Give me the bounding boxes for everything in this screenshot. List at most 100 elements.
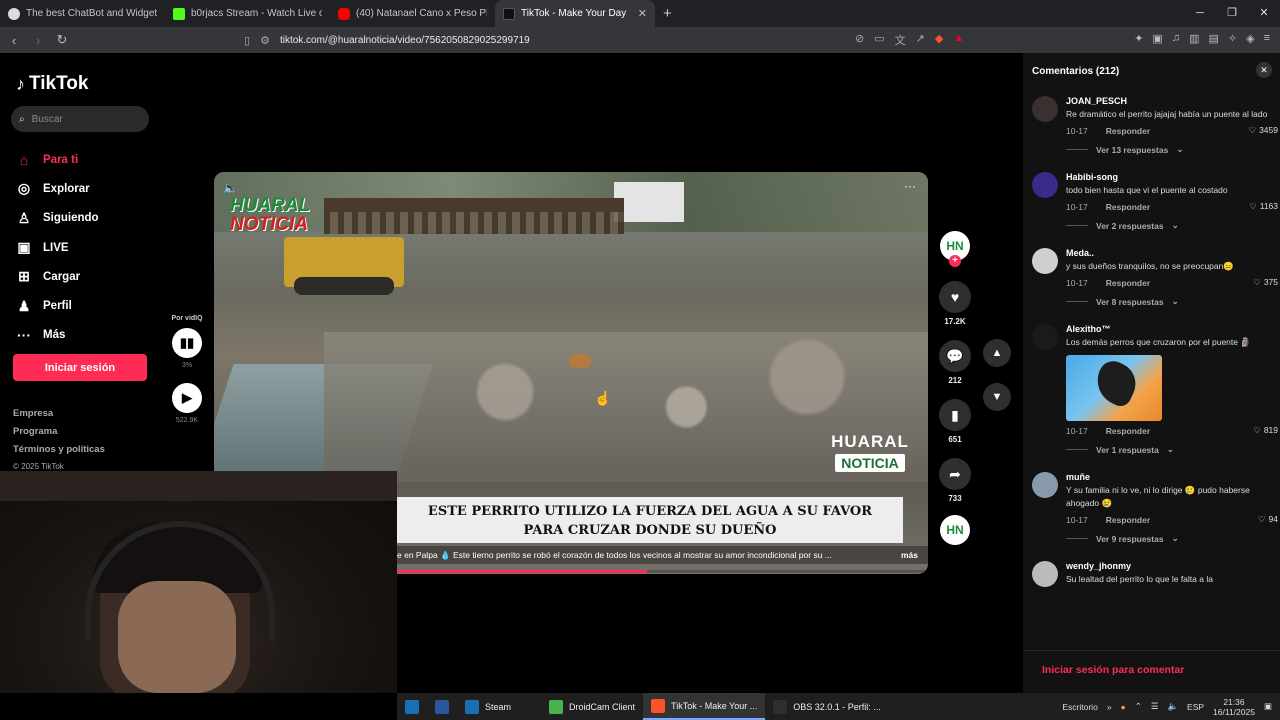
login-to-comment-link[interactable]: Iniciar sesión para comentar — [1023, 650, 1280, 693]
comment-username[interactable]: Habibi-song — [1066, 172, 1278, 182]
comment-like-button[interactable]: ♡ 819 — [1253, 425, 1278, 436]
tray-overflow-icon[interactable]: » — [1107, 702, 1112, 712]
network-icon[interactable]: ☰ — [1151, 701, 1159, 712]
new-tab-button[interactable]: + — [655, 0, 680, 27]
comment-like-button[interactable]: ♡ 3459 — [1248, 125, 1278, 136]
commenter-avatar[interactable] — [1032, 96, 1058, 122]
view-replies-button[interactable]: Ver 1 respuesta ⌄ — [1066, 444, 1278, 455]
like-action[interactable]: ♥ 17.2K — [938, 281, 972, 326]
tiktok-logo[interactable]: ♪ TikTok — [16, 73, 88, 95]
reply-button[interactable]: Responder — [1106, 278, 1150, 288]
reload-icon[interactable]: ↻ — [52, 32, 72, 48]
commenter-avatar[interactable] — [1032, 172, 1058, 198]
desktop-label[interactable]: Escritorio — [1062, 702, 1097, 712]
comment-username[interactable]: wendy_jhonmy — [1066, 561, 1278, 571]
close-window-icon[interactable]: ✕ — [1248, 0, 1280, 27]
extensions-icon[interactable]: ✦ — [1134, 32, 1143, 45]
menu-item-para-ti[interactable]: ⌂ Para ti — [16, 145, 99, 174]
previous-video-button[interactable]: ▲ — [983, 339, 1011, 367]
translate-icon[interactable]: 文 — [895, 32, 906, 48]
commenter-avatar[interactable] — [1032, 561, 1058, 587]
extension-icon[interactable]: ▣ — [1152, 32, 1162, 45]
menu-icon[interactable]: ≡ — [1264, 32, 1270, 45]
taskbar-app[interactable] — [397, 693, 427, 720]
share-action[interactable]: ➦ 733 — [938, 458, 972, 503]
taskbar-app[interactable]: OBS 32.0.1 - Perfil: ... — [765, 693, 889, 720]
video-more-icon[interactable]: ··· — [904, 179, 916, 193]
follow-plus-icon[interactable]: + — [949, 255, 961, 267]
comments-list[interactable]: JOAN_PESCH Re dramático el perrito jajaja… — [1032, 96, 1278, 646]
taskbar-app[interactable]: Steam — [457, 693, 519, 720]
screenshot-icon[interactable]: ▭ — [874, 32, 884, 48]
video-progress-bar[interactable] — [397, 570, 928, 573]
next-video-button[interactable]: ▼ — [983, 383, 1011, 411]
vidiq-stats-button[interactable]: ▮▮ — [172, 328, 202, 358]
reply-button[interactable]: Responder — [1106, 126, 1150, 136]
menu-item-mas[interactable]: ··· Más — [16, 321, 99, 350]
share-icon[interactable]: ↗ — [916, 32, 925, 48]
back-icon[interactable]: ‹ — [4, 33, 24, 48]
login-button[interactable]: Iniciar sesión — [13, 354, 147, 381]
browser-tab[interactable]: b0rjacs Stream - Watch Live on Kick — [165, 0, 330, 27]
commenter-avatar[interactable] — [1032, 472, 1058, 498]
minimize-icon[interactable]: ─ — [1184, 0, 1216, 27]
comment-like-button[interactable]: ♡ 1163 — [1249, 201, 1278, 212]
sidebar-icon[interactable]: ▥ — [1189, 32, 1199, 45]
reply-button[interactable]: Responder — [1106, 515, 1150, 525]
mute-icon[interactable]: ⊘ — [855, 32, 864, 48]
menu-item-perfil[interactable]: ♟ Perfil — [16, 291, 99, 320]
view-replies-button[interactable]: Ver 13 respuestas ⌄ — [1066, 144, 1278, 155]
close-tab-icon[interactable]: ✕ — [638, 7, 647, 20]
view-replies-button[interactable]: Ver 8 respuestas ⌄ — [1066, 296, 1278, 307]
browser-tab-active[interactable]: TikTok - Make Your Day ✕ — [495, 0, 655, 27]
vpn-icon[interactable]: ◈ — [1246, 32, 1254, 45]
comment-like-button[interactable]: ♡ 94 — [1258, 514, 1278, 525]
browser-tab[interactable]: (40) Natanael Cano x Peso Pluma x C — [330, 0, 495, 27]
music-disc-avatar[interactable]: HN — [940, 515, 970, 545]
wallet-icon[interactable]: ▤ — [1208, 32, 1218, 45]
comment-username[interactable]: muñe — [1066, 472, 1278, 482]
footer-link-empresa[interactable]: Empresa — [13, 408, 105, 426]
bookmark-icon[interactable]: ▯ — [244, 34, 250, 47]
brave-shield-icon[interactable]: ◆ — [935, 32, 943, 48]
reply-button[interactable]: Responder — [1106, 202, 1150, 212]
comment-username[interactable]: Alexitho™ — [1066, 324, 1278, 334]
footer-link-programa[interactable]: Programa — [13, 426, 105, 444]
more-link[interactable]: más — [898, 550, 928, 560]
taskbar-app[interactable] — [427, 693, 457, 720]
volume-icon[interactable]: 🔈 — [223, 181, 238, 195]
reply-button[interactable]: Responder — [1106, 426, 1150, 436]
browser-tab[interactable]: The best ChatBot and Widgets for Ki — [0, 0, 165, 27]
save-action[interactable]: ▮ 651 — [938, 399, 972, 444]
vidiq-play-button[interactable]: ▶ — [172, 383, 202, 413]
commenter-avatar[interactable] — [1032, 324, 1058, 350]
comment-username[interactable]: Meda.. — [1066, 248, 1278, 258]
leo-icon[interactable]: ✧ — [1228, 32, 1237, 45]
menu-item-cargar[interactable]: ⊞ Cargar — [16, 262, 99, 291]
volume-tray-icon[interactable]: 🔈 — [1167, 701, 1178, 712]
comment-like-button[interactable]: ♡ 375 — [1253, 277, 1278, 288]
restore-icon[interactable]: ❐ — [1216, 0, 1248, 27]
menu-item-live[interactable]: ▣ LIVE — [16, 233, 99, 262]
view-replies-button[interactable]: Ver 9 respuestas ⌄ — [1066, 533, 1278, 544]
taskbar-app[interactable]: DroidCam Client — [541, 693, 643, 720]
footer-link-terminos[interactable]: Términos y políticas — [13, 444, 105, 462]
brave-rewards-icon[interactable]: ▲ — [953, 32, 964, 48]
notification-icon[interactable]: ▣ — [1264, 701, 1272, 712]
creator-avatar[interactable]: HN + — [940, 231, 970, 267]
comment-action[interactable]: 💬 212 — [938, 340, 972, 385]
taskbar-app[interactable]: TikTok - Make Your ... — [643, 693, 766, 720]
language-indicator[interactable]: ESP — [1187, 702, 1204, 712]
site-info-icon[interactable]: ⚙ — [260, 34, 270, 47]
clock[interactable]: 21:36 16/11/2025 — [1213, 697, 1255, 717]
forward-icon[interactable]: › — [28, 33, 48, 48]
search-input[interactable]: ⌕ Buscar — [11, 106, 149, 132]
menu-item-siguiendo[interactable]: ♙ Siguiendo — [16, 204, 99, 233]
music-icon[interactable]: ♫ — [1172, 32, 1180, 45]
view-replies-button[interactable]: Ver 2 respuestas ⌄ — [1066, 220, 1278, 231]
comment-username[interactable]: JOAN_PESCH — [1066, 96, 1278, 106]
tray-app-icon[interactable]: ● — [1121, 702, 1126, 712]
commenter-avatar[interactable] — [1032, 248, 1058, 274]
chevron-up-icon[interactable]: ⌃ — [1135, 701, 1142, 712]
close-comments-icon[interactable]: ✕ — [1256, 62, 1272, 78]
